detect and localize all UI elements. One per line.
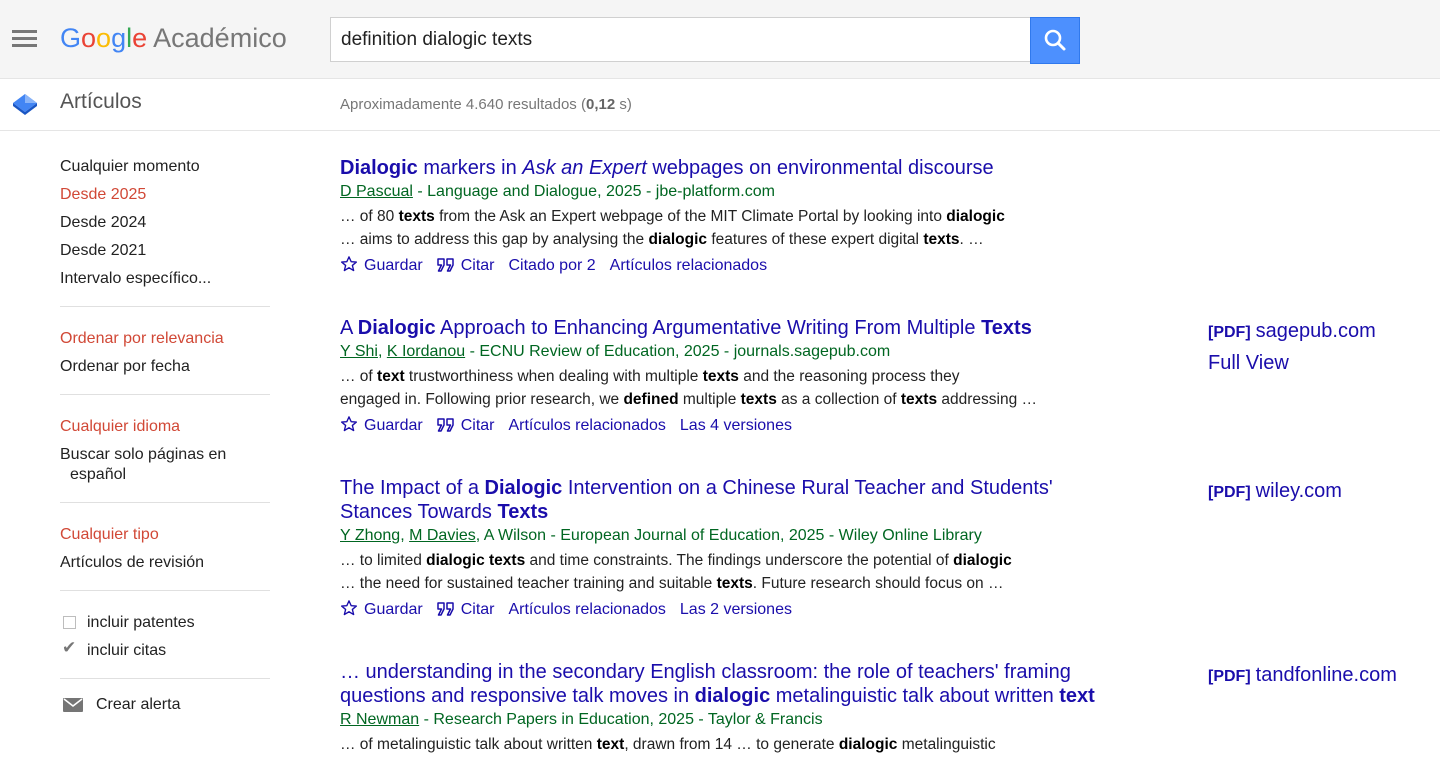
language-group: Cualquier idioma Buscar solo páginas en … bbox=[60, 411, 270, 503]
save-button[interactable]: Guardar bbox=[340, 598, 423, 622]
search-result: A Dialogic Approach to Enhancing Argumen… bbox=[340, 316, 1420, 438]
include-citations-checkbox[interactable]: ✔ incluir citas bbox=[60, 638, 270, 661]
author-link[interactable]: K Iordanou bbox=[387, 343, 465, 360]
sub-header: Artículos Aproximadamente 4.640 resultad… bbox=[0, 79, 1440, 131]
result-snippet: … of 80 texts from the Ask an Expert web… bbox=[340, 205, 1080, 251]
type-group: Cualquier tipo Artículos de revisión bbox=[60, 519, 270, 591]
star-icon bbox=[340, 600, 358, 616]
author-link[interactable]: Y Shi bbox=[340, 343, 378, 360]
result-snippet: … of metalinguistic talk about written t… bbox=[340, 733, 1080, 756]
search-button[interactable] bbox=[1030, 17, 1080, 64]
full-text-links: [PDF] wiley.com bbox=[1208, 476, 1428, 508]
result-snippet: … of text trustworthiness when dealing w… bbox=[340, 365, 1080, 411]
result-title-link[interactable]: … understanding in the secondary English… bbox=[340, 660, 1120, 708]
cite-button[interactable]: Citar bbox=[436, 598, 494, 622]
result-actions: Guardar Citar Artículos relacionados Las 4 … bbox=[340, 414, 1420, 438]
search-result: The Impact of a Dialogic Intervention on… bbox=[340, 476, 1420, 622]
top-bar: Google Académico bbox=[0, 0, 1440, 79]
pdf-link[interactable]: [PDF] wiley.com bbox=[1208, 476, 1428, 508]
menu-icon[interactable] bbox=[12, 28, 38, 48]
result-meta: D Pascual - Language and Dialogue, 2025 … bbox=[340, 183, 775, 200]
filter-any-time[interactable]: Cualquier momento bbox=[60, 157, 270, 177]
section-title: Artículos bbox=[60, 90, 142, 113]
filter-any-language[interactable]: Cualquier idioma bbox=[60, 417, 270, 437]
google-scholar-logo[interactable]: Google Académico bbox=[60, 18, 287, 58]
snippet-line: … aims to address this gap by analysing … bbox=[340, 231, 984, 248]
time-filter-group: Cualquier momento Desde 2025 Desde 2024 … bbox=[60, 150, 270, 307]
result-title-link[interactable]: The Impact of a Dialogic Intervention on… bbox=[340, 476, 1120, 524]
result-meta: R Newman - Research Papers in Education,… bbox=[340, 711, 823, 728]
include-group: incluir patentes ✔ incluir citas bbox=[60, 607, 270, 679]
full-view-link[interactable]: Full View bbox=[1208, 348, 1428, 378]
snippet-line: … the need for sustained teacher trainin… bbox=[340, 575, 1004, 592]
save-button[interactable]: Guardar bbox=[340, 414, 423, 438]
snippet-line: … to limited dialogic texts and time con… bbox=[340, 552, 1012, 569]
pdf-link[interactable]: [PDF] sagepub.com bbox=[1208, 316, 1428, 348]
cite-button[interactable]: Citar bbox=[436, 414, 494, 438]
filter-any-type[interactable]: Cualquier tipo bbox=[60, 525, 270, 545]
author-link[interactable]: D Pascual bbox=[340, 183, 413, 200]
mail-icon bbox=[63, 698, 83, 712]
author-link[interactable]: M Davies bbox=[409, 527, 476, 544]
result-meta: Y Zhong, M Davies, A Wilson - European J… bbox=[340, 527, 982, 544]
sidebar: Cualquier momento Desde 2025 Desde 2024 … bbox=[60, 150, 270, 715]
result-stats: Aproximadamente 4.640 resultados (0,12 s… bbox=[340, 96, 632, 113]
result-actions: Guardar Citar Artículos relacionados Las 2 … bbox=[340, 598, 1420, 622]
quote-icon bbox=[436, 418, 454, 432]
sort-by-relevance[interactable]: Ordenar por relevancia bbox=[60, 329, 270, 349]
quote-icon bbox=[436, 258, 454, 272]
related-articles-link[interactable]: Artículos relacionados bbox=[508, 414, 665, 438]
snippet-line: … of text trustworthiness when dealing w… bbox=[340, 368, 960, 385]
sort-by-date[interactable]: Ordenar por fecha bbox=[60, 357, 270, 377]
sort-group: Ordenar por relevancia Ordenar por fecha bbox=[60, 323, 270, 395]
star-icon bbox=[340, 256, 358, 272]
checkbox-unchecked bbox=[63, 616, 76, 629]
filter-since-2021[interactable]: Desde 2021 bbox=[60, 241, 270, 261]
search-icon bbox=[1044, 29, 1066, 51]
full-text-links: [PDF] tandfonline.com bbox=[1208, 660, 1428, 692]
snippet-line: … of 80 texts from the Ask an Expert web… bbox=[340, 208, 1005, 225]
pdf-link[interactable]: [PDF] tandfonline.com bbox=[1208, 660, 1428, 692]
cite-button[interactable]: Citar bbox=[436, 254, 494, 278]
search-input[interactable] bbox=[341, 18, 1021, 61]
checkmark-icon: ✔ bbox=[62, 638, 77, 657]
versions-link[interactable]: Las 2 versiones bbox=[680, 598, 792, 622]
filter-custom-range[interactable]: Intervalo específico... bbox=[60, 269, 270, 289]
result-title-link[interactable]: A Dialogic Approach to Enhancing Argumen… bbox=[340, 316, 1120, 340]
author-link[interactable]: Y Zhong bbox=[340, 527, 400, 544]
filter-since-2025[interactable]: Desde 2025 bbox=[60, 185, 270, 205]
include-patents-checkbox[interactable]: incluir patentes bbox=[60, 613, 270, 633]
search-result: … understanding in the secondary English… bbox=[340, 660, 1420, 756]
search-box bbox=[330, 17, 1030, 62]
snippet-line: engaged in. Following prior research, we… bbox=[340, 391, 1038, 408]
search-result: Dialogic markers in Ask an Expert webpag… bbox=[340, 156, 1420, 278]
create-alert-link[interactable]: Crear alerta bbox=[60, 695, 270, 715]
star-icon bbox=[340, 416, 358, 432]
filter-since-2024[interactable]: Desde 2024 bbox=[60, 213, 270, 233]
result-title-link[interactable]: Dialogic markers in Ask an Expert webpag… bbox=[340, 156, 1120, 180]
articles-icon bbox=[13, 94, 37, 115]
related-articles-link[interactable]: Artículos relacionados bbox=[508, 598, 665, 622]
result-actions: Guardar Citar Citado por 2 Artículos relaci… bbox=[340, 254, 1420, 278]
full-text-links: [PDF] sagepub.com Full View bbox=[1208, 316, 1428, 378]
quote-icon bbox=[436, 602, 454, 616]
result-snippet: … to limited dialogic texts and time con… bbox=[340, 549, 1080, 595]
filter-spanish-only[interactable]: Buscar solo páginas en español bbox=[60, 445, 270, 485]
author-link[interactable]: R Newman bbox=[340, 711, 419, 728]
related-articles-link[interactable]: Artículos relacionados bbox=[610, 254, 767, 278]
cited-by-link[interactable]: Citado por 2 bbox=[508, 254, 595, 278]
snippet-line: … of metalinguistic talk about written t… bbox=[340, 736, 996, 753]
filter-review-articles[interactable]: Artículos de revisión bbox=[60, 553, 270, 573]
save-button[interactable]: Guardar bbox=[340, 254, 423, 278]
versions-link[interactable]: Las 4 versiones bbox=[680, 414, 792, 438]
